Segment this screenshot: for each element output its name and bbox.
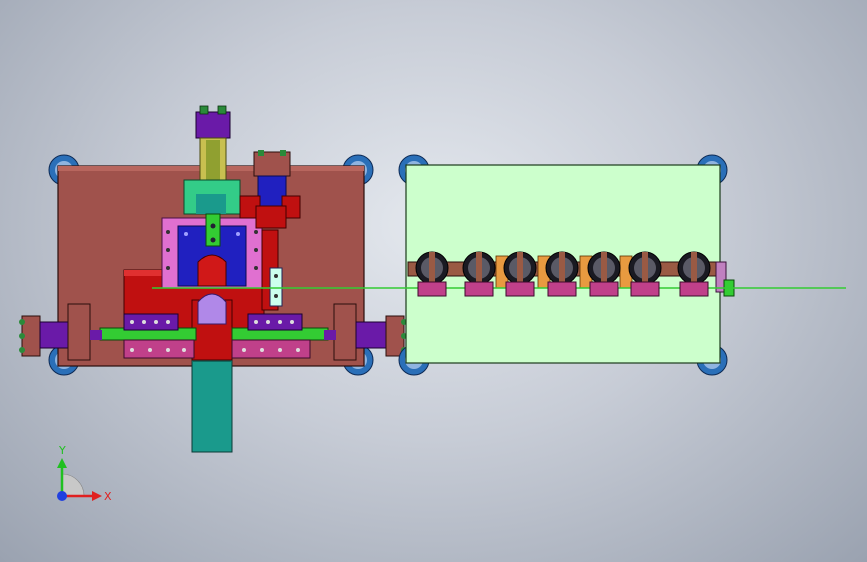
roller-base bbox=[505, 281, 535, 297]
coordinate-triad: Y X bbox=[57, 444, 112, 503]
feed-roller bbox=[415, 251, 449, 285]
roller-base bbox=[630, 281, 660, 297]
roller-base bbox=[679, 281, 709, 297]
feed-roller bbox=[503, 251, 537, 285]
feed-roller bbox=[628, 251, 662, 285]
roller-base bbox=[589, 281, 619, 297]
y-axis-label: Y bbox=[58, 444, 66, 457]
center-punch bbox=[197, 293, 227, 325]
feed-roller bbox=[462, 251, 496, 285]
roller-base bbox=[417, 281, 447, 297]
x-axis-label: X bbox=[104, 490, 112, 503]
feed-roller bbox=[545, 251, 579, 285]
assembly-drawing: Y X bbox=[19, 105, 846, 503]
roller-base bbox=[464, 281, 494, 297]
outfeed-chute bbox=[191, 355, 233, 453]
cad-viewport[interactable]: Y X bbox=[0, 0, 867, 562]
z-axis-dot bbox=[57, 491, 67, 501]
feed-roller bbox=[677, 251, 711, 285]
roller-base bbox=[547, 281, 577, 297]
feed-roller bbox=[587, 251, 621, 285]
